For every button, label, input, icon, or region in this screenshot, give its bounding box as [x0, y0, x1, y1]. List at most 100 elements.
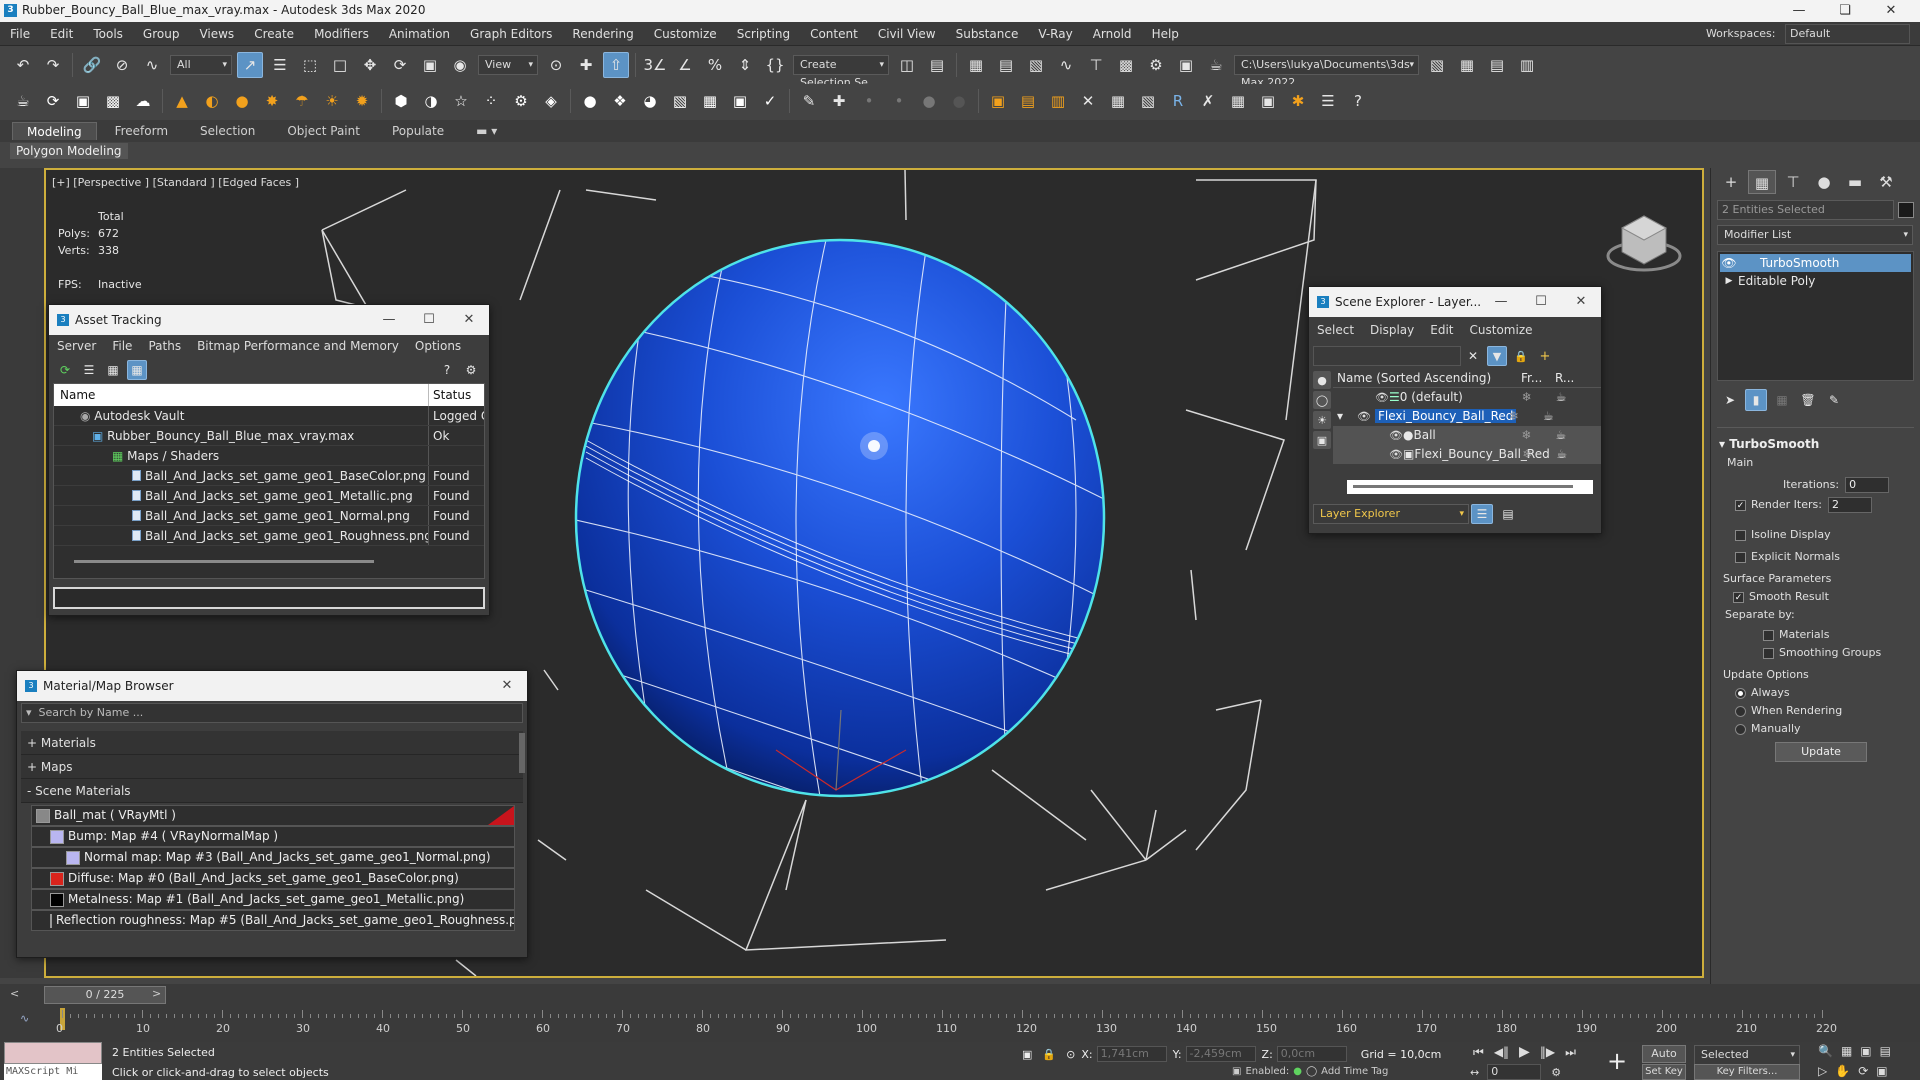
selection-lock-icon[interactable]: 🔒	[1042, 1048, 1056, 1061]
filter-icon[interactable]: ▼	[1487, 346, 1507, 366]
track-bar[interactable]: ∿ 0 10 20 30 40 50 60 70 80 90 100 110 120 130 140 150 1…	[0, 1006, 1920, 1042]
vray-cloud-icon[interactable]: ☁	[130, 88, 156, 114]
isolate-icon[interactable]: ▣	[1022, 1048, 1032, 1061]
vray-interactive-icon[interactable]: ▩	[100, 88, 126, 114]
pivot-center-icon[interactable]: ⊙	[543, 52, 569, 78]
menu-content[interactable]: Content	[800, 22, 868, 46]
vray-multi-material-icon[interactable]: ❖	[607, 88, 633, 114]
redo-icon[interactable]: ↷	[40, 52, 66, 78]
viewport-label[interactable]: [+] [Perspective ] [Standard ] [Edged Fa…	[52, 176, 299, 189]
edit-named-selection-icon[interactable]: {}	[762, 52, 788, 78]
isoline-display-checkbox[interactable]	[1735, 529, 1746, 541]
go-to-start-icon[interactable]: ⏮	[1473, 1045, 1484, 1060]
minimize-icon[interactable]: —	[1481, 287, 1521, 317]
project-path-dropdown[interactable]: C:\Users\lukya\Documents\3ds Max 2022	[1234, 55, 1419, 89]
scene-search-input[interactable]	[1313, 346, 1461, 366]
vray-ambient-light-icon[interactable]: ☂	[289, 88, 315, 114]
horizontal-scrollbar[interactable]	[1347, 480, 1593, 494]
column-freeze[interactable]: Fr...	[1521, 369, 1555, 388]
make-unique-icon[interactable]: ▦	[1771, 389, 1793, 411]
forest-pack-lite-icon[interactable]: ▤	[1015, 88, 1041, 114]
freeze-icon[interactable]: ❄	[1509, 407, 1543, 426]
modifier-eye-icon[interactable]: 👁	[1720, 254, 1738, 272]
table-row[interactable]: ▣ Rubber_Bouncy_Ball_Blue_max_vray.max O…	[54, 426, 484, 446]
vray-clipper-icon[interactable]: ⚙	[508, 88, 534, 114]
menu-animation[interactable]: Animation	[379, 22, 460, 46]
materials-checkbox[interactable]	[1763, 629, 1774, 641]
select-by-name-icon[interactable]: ☰	[267, 52, 293, 78]
menu-edit[interactable]: Edit	[40, 22, 83, 46]
vray-render-icon[interactable]: ⟳	[40, 88, 66, 114]
menu-civil-view[interactable]: Civil View	[868, 22, 946, 46]
display-tab-icon[interactable]: ▬	[1841, 170, 1869, 194]
vray-logo-icon[interactable]: ✓	[757, 88, 783, 114]
mirror-icon[interactable]: ◫	[894, 52, 920, 78]
visibility-eye-icon[interactable]: 👁	[1375, 388, 1389, 407]
teapot-icon[interactable]: ☕	[10, 88, 36, 114]
tools-icon[interactable]: ✕	[1075, 88, 1101, 114]
panel-icon[interactable]: ▧	[1135, 88, 1161, 114]
vray-bitmap-icon[interactable]: ▧	[667, 88, 693, 114]
list-view-icon[interactable]: ☰	[79, 360, 99, 380]
field-of-view-icon[interactable]: ▷	[1818, 1064, 1827, 1078]
zoom-extents-icon[interactable]: ▣	[1860, 1044, 1871, 1058]
sort-by-hierarchy-icon[interactable]: ▤	[1497, 504, 1519, 524]
align-icon[interactable]: ▤	[924, 52, 950, 78]
zoom-extents-all-icon[interactable]: ▤	[1880, 1044, 1891, 1058]
render-setup-icon[interactable]: ⚙	[1143, 52, 1169, 78]
auto-key-button[interactable]: Auto Key	[1642, 1045, 1686, 1076]
tab-populate[interactable]: Populate	[378, 122, 458, 140]
table-view-icon[interactable]: ▦	[127, 360, 147, 380]
vray-sky-icon[interactable]: ✹	[349, 88, 375, 114]
unlink-icon[interactable]: ⊘	[109, 52, 135, 78]
list-item[interactable]: 👁 ▣ Flexi_Bouncy_Ball_Red ❄ ☕	[1333, 445, 1601, 464]
visibility-eye-icon[interactable]: 👁	[1389, 426, 1403, 445]
reference-coordinate-dropdown[interactable]: View	[478, 55, 538, 75]
refresh-icon[interactable]: ⟳	[55, 360, 75, 380]
utilities-tab-icon[interactable]: ⚒	[1872, 170, 1900, 194]
stack-item-turbosmooth[interactable]: 👁 TurboSmooth	[1720, 254, 1911, 272]
project-open-icon[interactable]: ▤	[1484, 52, 1510, 78]
layout-icon[interactable]: ▦	[1105, 88, 1131, 114]
table-row[interactable]: ▦ Maps / Shaders	[54, 446, 484, 466]
manually-radio[interactable]	[1735, 723, 1746, 735]
place-icon[interactable]: ◉	[447, 52, 473, 78]
material-editor-icon[interactable]: ▩	[1113, 52, 1139, 78]
transform-gizmo-icon[interactable]: ✚	[826, 88, 852, 114]
scale-icon[interactable]: ▣	[417, 52, 443, 78]
curve-editor-icon[interactable]: ∿	[1053, 52, 1079, 78]
hierarchy-tab-icon[interactable]: ⊤	[1779, 170, 1807, 194]
close-icon[interactable]: ✕	[449, 305, 489, 335]
forest-pack-icon[interactable]: ▣	[985, 88, 1011, 114]
motion-tab-icon[interactable]: ●	[1810, 170, 1838, 194]
configure-sets-icon[interactable]: ✎	[1823, 389, 1845, 411]
modify-tab-icon[interactable]: ▦	[1748, 170, 1776, 194]
column-status[interactable]: Status	[429, 384, 471, 406]
y-coordinate-field[interactable]: -2,459cm	[1185, 1046, 1256, 1062]
x-coordinate-field[interactable]: 1,741cm	[1096, 1046, 1167, 1062]
vray-fur-icon[interactable]: ☆	[448, 88, 474, 114]
menu-rendering[interactable]: Rendering	[562, 22, 643, 46]
time-tag-icon[interactable]: ◯	[1306, 1066, 1317, 1077]
orbit-icon[interactable]: ⟳	[1858, 1064, 1868, 1078]
menu-server[interactable]: Server	[49, 339, 104, 353]
vray-decal-icon[interactable]: ◈	[538, 88, 564, 114]
menu-select[interactable]: Select	[1309, 323, 1362, 337]
close-icon[interactable]: ✕	[1868, 0, 1914, 22]
scene-materials-group[interactable]: - Scene Materials	[21, 779, 523, 803]
search-by-name-input[interactable]: ▾ Search by Name ...	[21, 703, 523, 723]
maximize-icon[interactable]: ☐	[409, 305, 449, 335]
vray-mesh-export-icon[interactable]: ▦	[697, 88, 723, 114]
menu-help[interactable]: Help	[1142, 22, 1189, 46]
display-geometry-icon[interactable]: ◯	[1313, 391, 1331, 409]
iterations-spinner[interactable]: 0	[1845, 477, 1890, 493]
render-iters-spinner[interactable]: 2	[1827, 497, 1872, 513]
go-to-end-icon[interactable]: ⏭	[1565, 1045, 1576, 1060]
menu-modifiers[interactable]: Modifiers	[304, 22, 379, 46]
move-icon[interactable]: ✥	[357, 52, 383, 78]
schematic-view-icon[interactable]: ⊤	[1083, 52, 1109, 78]
vray-sun-icon[interactable]: ☀	[319, 88, 345, 114]
layer-explorer-dropdown[interactable]: Layer Explorer	[1313, 504, 1469, 524]
green-box-icon[interactable]: ▣	[1255, 88, 1281, 114]
selection-name-field[interactable]: 2 Entities Selected	[1717, 200, 1895, 220]
